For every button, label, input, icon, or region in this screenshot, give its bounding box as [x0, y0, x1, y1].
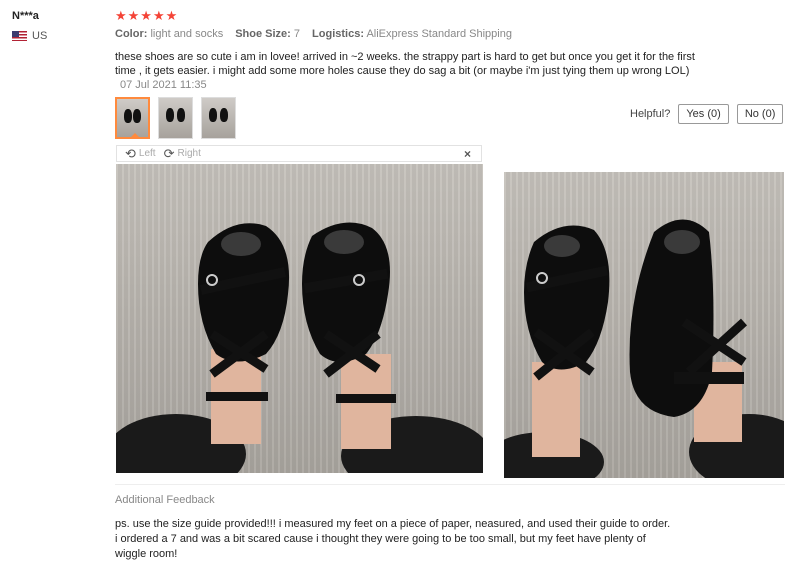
photo-thumbnail[interactable] [201, 97, 236, 139]
review-attributes: Color: light and socks Shoe Size: 7 Logi… [115, 28, 795, 40]
shoes-side-view-illustration [504, 219, 784, 478]
review-photo-large [116, 164, 483, 473]
photo-viewer-toolbar: ⟲ Left ⟳ Right × [116, 145, 482, 162]
additional-feedback-title: Additional Feedback [115, 494, 215, 506]
color-value: light and socks [150, 28, 224, 40]
additional-feedback-text: ps. use the size guide provided!!! i mea… [115, 518, 671, 560]
us-flag-icon [12, 31, 27, 41]
reviewer-country: US [12, 30, 102, 42]
color-label: Color: [115, 28, 148, 40]
star-rating: ★★★★★ [115, 8, 179, 23]
review-date: 07 Jul 2021 11:35 [120, 79, 207, 91]
section-divider [115, 484, 785, 485]
review-content: ★★★★★ Color: light and socks Shoe Size: … [115, 8, 795, 91]
helpful-vote: Helpful? Yes (0) No (0) [630, 104, 784, 124]
rotate-left-label: Left [138, 148, 156, 159]
helpful-no-button[interactable]: No (0) [736, 104, 784, 124]
logistics-attribute: Logistics: AliExpress Standard Shipping [312, 28, 512, 40]
photo-thumbnails [115, 97, 236, 139]
size-attribute: Shoe Size: 7 [235, 28, 300, 40]
helpful-label: Helpful? [630, 108, 671, 120]
shoes-top-view-illustration [116, 222, 483, 473]
close-icon[interactable]: × [464, 147, 471, 161]
rotate-right-icon: ⟳ [163, 146, 175, 161]
rotate-right-button[interactable]: ⟳ Right [164, 147, 201, 160]
rotate-left-button[interactable]: ⟲ Left [125, 147, 156, 160]
rotate-right-label: Right [177, 148, 201, 159]
logistics-value: AliExpress Standard Shipping [366, 28, 512, 40]
helpful-yes-button[interactable]: Yes (0) [678, 104, 729, 124]
reviewer-country-label: US [32, 30, 48, 42]
color-attribute: Color: light and socks [115, 28, 223, 40]
rotate-left-icon: ⟲ [125, 146, 136, 161]
size-label: Shoe Size: [235, 28, 291, 40]
reviewer-info: N***a US [12, 10, 102, 42]
review-text: these shoes are so cute i am in lovee! a… [115, 51, 695, 77]
reviewer-name: N***a [12, 10, 39, 22]
review-photo-side [504, 172, 784, 478]
photo-thumbnail[interactable] [158, 97, 193, 139]
logistics-label: Logistics: [312, 28, 364, 40]
photo-thumbnail[interactable] [115, 97, 150, 139]
size-value: 7 [293, 28, 301, 40]
